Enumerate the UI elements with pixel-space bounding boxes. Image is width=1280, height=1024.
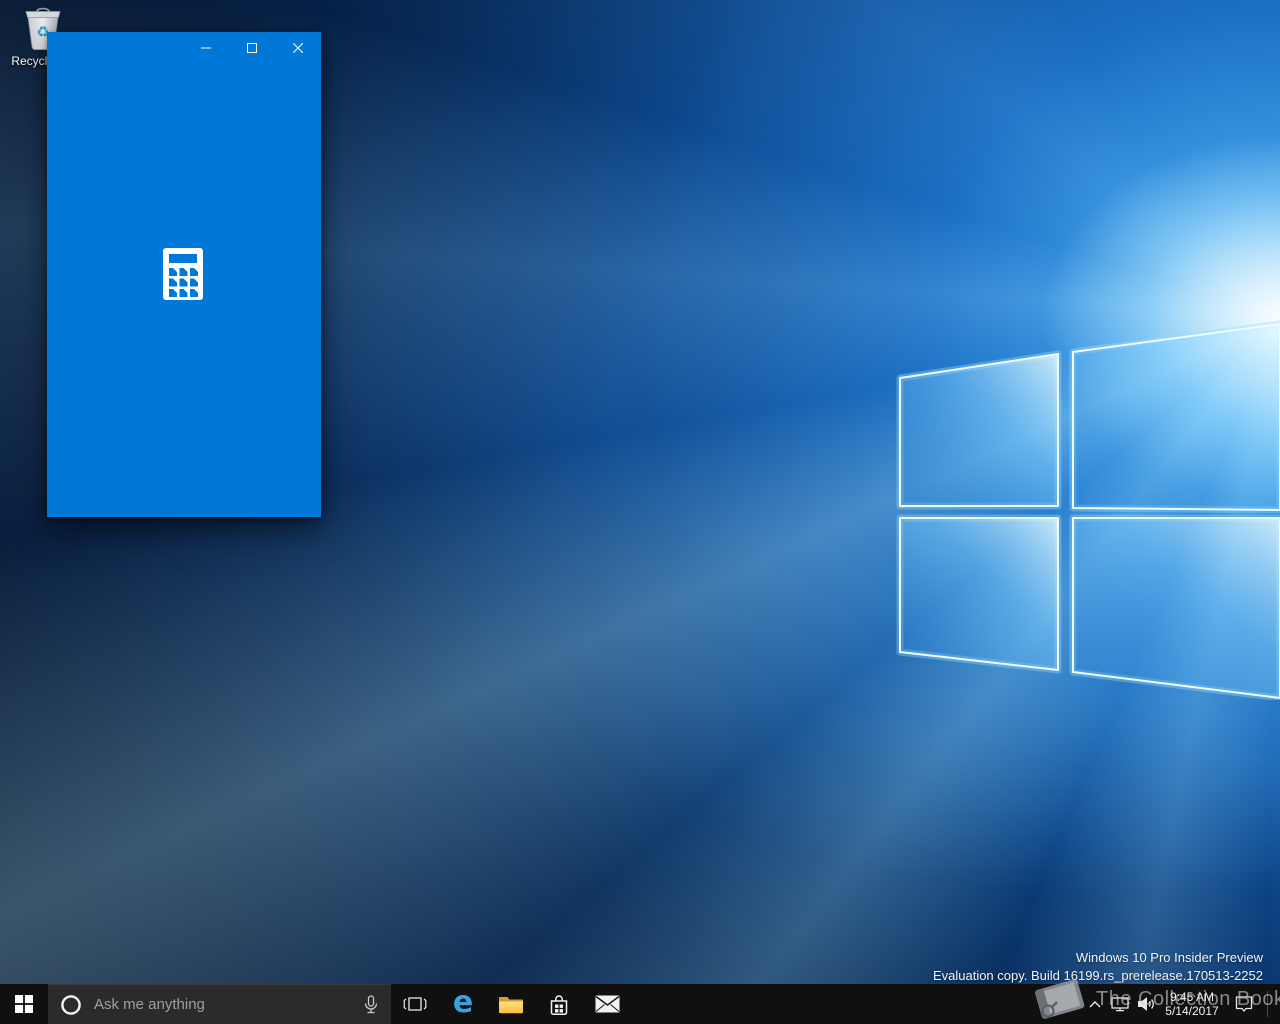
store-icon — [548, 993, 570, 1016]
task-view-button[interactable] — [391, 984, 439, 1024]
store-button[interactable] — [535, 984, 583, 1024]
system-watermark: Windows 10 Pro Insider Preview Evaluatio… — [933, 949, 1263, 985]
calculator-splash-window[interactable] — [47, 32, 321, 517]
tray-time: 9:45 AM — [1159, 990, 1225, 1004]
file-explorer-button[interactable] — [487, 984, 535, 1024]
edge-browser-button[interactable]: e — [439, 984, 487, 1024]
taskbar: e — [0, 984, 1280, 1024]
show-desktop-button[interactable] — [1268, 984, 1280, 1024]
system-tray: 9:45 AM 5/14/2017 — [1083, 984, 1280, 1024]
file-explorer-icon — [498, 994, 524, 1015]
windows-hero-logo — [880, 320, 1280, 700]
cortana-search-box[interactable] — [48, 984, 391, 1024]
calculator-icon — [163, 248, 203, 300]
task-view-icon — [402, 994, 428, 1014]
action-center-icon — [1234, 995, 1254, 1013]
tray-date: 5/14/2017 — [1159, 1004, 1225, 1018]
network-tray-button[interactable] — [1107, 984, 1133, 1024]
cortana-ring-icon — [60, 994, 82, 1016]
close-button[interactable] — [275, 32, 321, 64]
watermark-line2: Evaluation copy. Build 16199.rs_prerelea… — [933, 967, 1263, 985]
desktop-screen: ♻ Recycle Bin — [0, 0, 1280, 1024]
minimize-icon — [201, 43, 211, 53]
calculator-titlebar[interactable] — [47, 32, 321, 64]
microphone-icon[interactable] — [361, 994, 381, 1016]
search-input[interactable] — [92, 995, 361, 1014]
maximize-icon — [247, 43, 257, 53]
hidden-icons-button[interactable] — [1083, 984, 1107, 1024]
maximize-button[interactable] — [229, 32, 275, 64]
action-center-button[interactable] — [1225, 984, 1263, 1024]
tray-clock[interactable]: 9:45 AM 5/14/2017 — [1159, 990, 1225, 1018]
mail-icon — [595, 995, 620, 1013]
watermark-line1: Windows 10 Pro Insider Preview — [933, 949, 1263, 967]
start-button[interactable] — [0, 984, 48, 1024]
speaker-icon — [1137, 996, 1155, 1012]
edge-icon: e — [453, 988, 473, 1018]
chevron-up-icon — [1089, 1000, 1101, 1008]
windows-logo-icon — [15, 995, 33, 1013]
close-icon — [293, 43, 303, 53]
volume-tray-button[interactable] — [1133, 984, 1159, 1024]
mail-button[interactable] — [583, 984, 631, 1024]
minimize-button[interactable] — [183, 32, 229, 64]
network-icon — [1111, 997, 1129, 1012]
